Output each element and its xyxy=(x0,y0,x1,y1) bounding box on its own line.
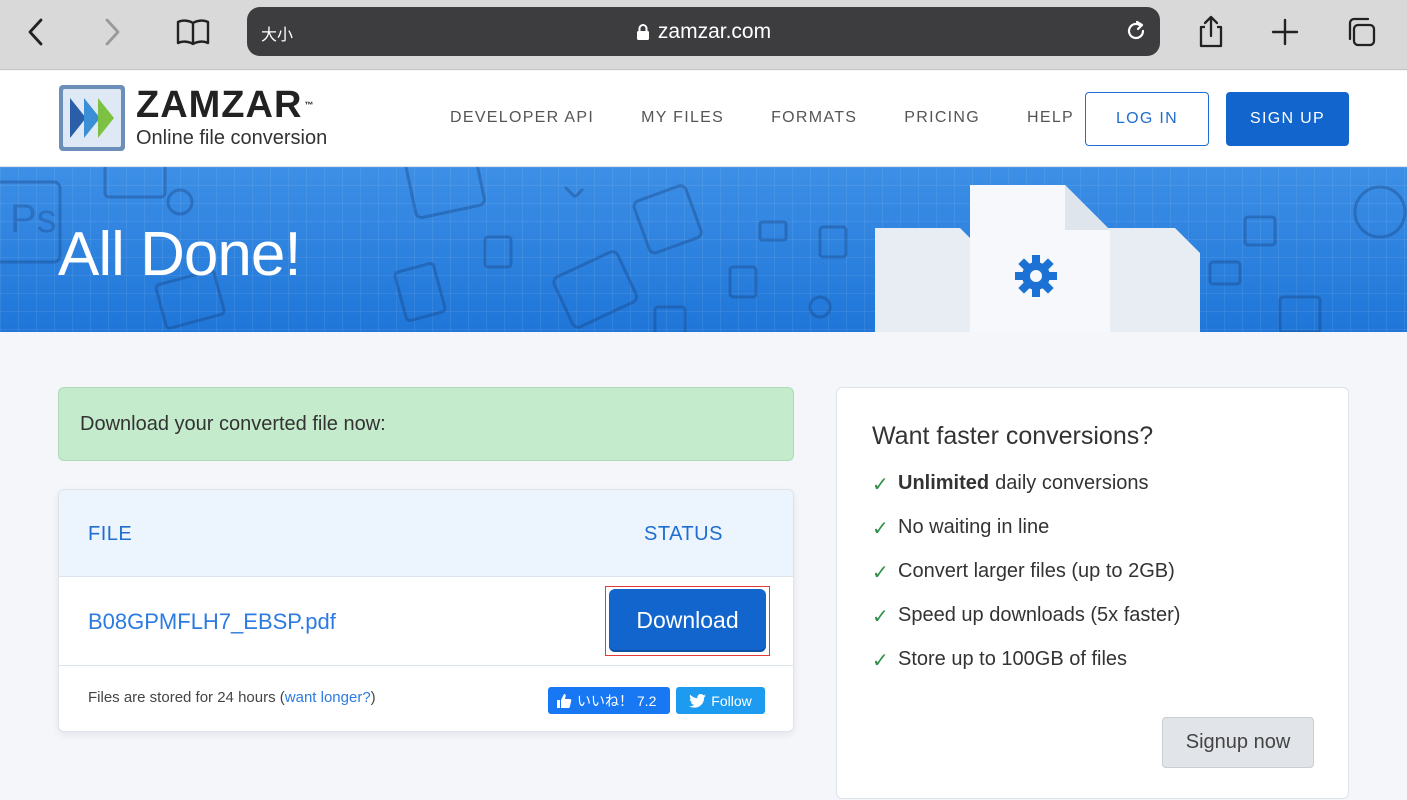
share-icon[interactable] xyxy=(1193,14,1229,50)
feature-text: Speed up downloads (5x faster) xyxy=(898,604,1181,626)
table-row: B08GPMFLH7_EBSP.pdf Download xyxy=(59,577,793,666)
promo-feature-list: ✓ Unlimited daily conversions ✓ No waiting … xyxy=(872,472,1180,692)
feature-text: daily conversions xyxy=(995,472,1149,494)
svg-text:Ps: Ps xyxy=(10,197,57,241)
twitter-bird-icon xyxy=(689,693,707,708)
list-item: ✓ Speed up downloads (5x faster) xyxy=(872,604,1180,648)
site-header: ZAMZAR ™ Online file conversion DEVELOPER… xyxy=(0,71,1407,167)
storage-note-end: ) xyxy=(370,689,376,706)
feature-text: Store up to 100GB of files xyxy=(898,648,1128,670)
url-text: zamzar.com xyxy=(657,20,772,43)
nav-developer-api[interactable]: DEVELOPER API xyxy=(450,109,594,127)
feature-text: Convert larger files (up to 2GB) xyxy=(898,560,1175,582)
hero-banner: Ps All Done! xyxy=(0,167,1407,332)
logo-trademark: ™ xyxy=(304,100,315,110)
zamzar-logo[interactable]: ZAMZAR ™ Online file conversion xyxy=(58,84,327,152)
check-icon: ✓ xyxy=(872,606,889,628)
list-item: ✓ Unlimited daily conversions xyxy=(872,472,1180,516)
promo-title: Want faster conversions? xyxy=(872,422,1154,450)
facebook-like-button[interactable]: いいね！ 7.2 xyxy=(548,687,670,714)
storage-note: Files are stored for 24 hours (want long… xyxy=(88,689,376,706)
new-tab-icon[interactable] xyxy=(1267,14,1303,50)
logo-tagline: Online file conversion xyxy=(136,127,328,149)
list-item: ✓ Convert larger files (up to 2GB) xyxy=(872,560,1180,604)
converted-document-icon xyxy=(875,185,1200,332)
list-item: ✓ No waiting in line xyxy=(872,516,1180,560)
column-status: STATUS xyxy=(644,523,723,545)
page-title: All Done! xyxy=(58,220,302,289)
lock-icon xyxy=(636,24,649,40)
like-label: いいね！ 7.2 xyxy=(577,692,657,709)
download-ready-alert: Download your converted file now: xyxy=(58,387,794,461)
logo-name: ZAMZAR xyxy=(136,84,303,126)
reload-icon[interactable] xyxy=(1124,19,1148,48)
check-icon: ✓ xyxy=(872,562,889,584)
nav-help[interactable]: HELP xyxy=(1027,109,1074,127)
main-nav: DEVELOPER API MY FILES FORMATS PRICING H… xyxy=(450,109,1121,127)
nav-pricing[interactable]: PRICING xyxy=(904,109,980,127)
download-button[interactable]: Download xyxy=(609,589,766,652)
forward-icon[interactable] xyxy=(94,14,130,50)
follow-label: Follow xyxy=(711,692,752,709)
check-icon: ✓ xyxy=(872,518,889,540)
signup-button[interactable]: SIGN UP xyxy=(1226,92,1349,146)
zamzar-logo-mark-icon xyxy=(59,85,125,151)
storage-note-text: Files are stored for 24 hours ( xyxy=(88,689,285,706)
nav-my-files[interactable]: MY FILES xyxy=(641,109,724,127)
want-longer-link[interactable]: want longer? xyxy=(285,689,371,706)
tabs-overview-icon[interactable] xyxy=(1343,14,1379,50)
twitter-follow-button[interactable]: Follow xyxy=(676,687,765,714)
browser-toolbar: 大小 zamzar.com xyxy=(0,0,1407,70)
check-icon: ✓ xyxy=(872,474,889,496)
file-table: FILE STATUS B08GPMFLH7_EBSP.pdf Download… xyxy=(58,489,794,732)
upgrade-promo-card: Want faster conversions? ✓ Unlimited daily… xyxy=(836,387,1349,799)
column-file: FILE xyxy=(88,523,133,545)
thumbs-up-icon xyxy=(557,693,572,708)
file-name-link[interactable]: B08GPMFLH7_EBSP.pdf xyxy=(88,609,336,635)
bookmarks-icon[interactable] xyxy=(175,14,211,50)
check-icon: ✓ xyxy=(872,650,889,672)
list-item: ✓ Store up to 100GB of files xyxy=(872,648,1180,692)
nav-formats[interactable]: FORMATS xyxy=(771,109,857,127)
table-header: FILE STATUS xyxy=(59,490,793,577)
login-button[interactable]: LOG IN xyxy=(1085,92,1209,146)
address-bar[interactable]: 大小 zamzar.com xyxy=(247,7,1160,56)
feature-text: No waiting in line xyxy=(898,516,1050,538)
signup-now-button[interactable]: Signup now xyxy=(1162,717,1314,768)
feature-bold: Unlimited xyxy=(898,472,990,494)
back-icon[interactable] xyxy=(18,14,54,50)
